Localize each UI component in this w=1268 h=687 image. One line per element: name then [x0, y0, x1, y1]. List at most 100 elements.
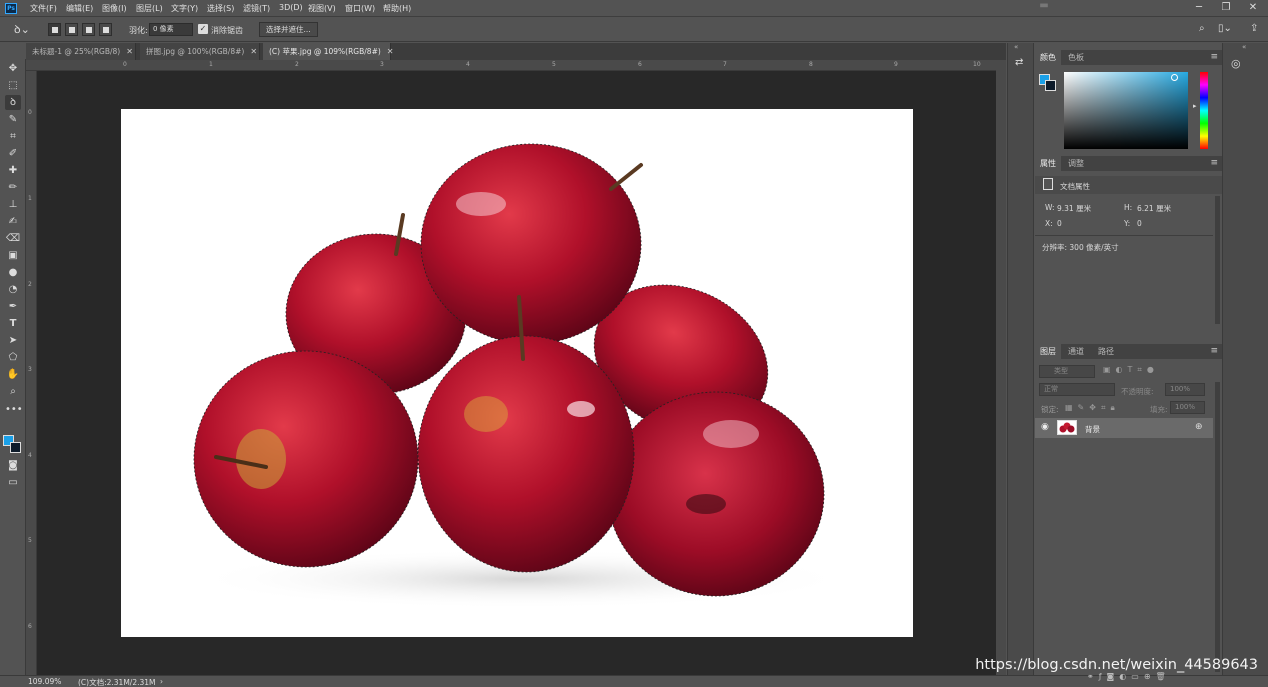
menu-edit[interactable]: 编辑(E) [66, 3, 93, 14]
dodge-icon[interactable]: ◔ [5, 282, 21, 297]
menu-3d[interactable]: 3D(D) [279, 3, 303, 12]
height-value[interactable]: 6.21 厘米 [1137, 203, 1171, 214]
ruler-tick: 4 [28, 452, 32, 459]
menu-help[interactable]: 帮助(H) [383, 3, 411, 14]
background-color-swatch[interactable] [1045, 80, 1056, 91]
eraser-icon[interactable]: ⌫ [5, 231, 21, 246]
color-picker-cursor[interactable] [1171, 74, 1178, 81]
more-tools-icon[interactable]: ••• [5, 402, 23, 417]
menu-type[interactable]: 文字(Y) [171, 3, 198, 14]
blur-icon[interactable]: ● [5, 265, 21, 280]
brush-icon[interactable]: ✏ [5, 180, 21, 195]
document-tab-bar: 未标题-1 @ 25%(RGB/8) ✕ 拼图.jpg @ 100%(RGB/8#… [26, 43, 1006, 60]
search-icon[interactable]: ⌕ [1199, 23, 1205, 34]
tab-untitled[interactable]: 未标题-1 @ 25%(RGB/8) ✕ [26, 43, 136, 60]
menu-image[interactable]: 图像(I) [102, 3, 127, 14]
panel-menu-icon[interactable]: ≡ [1210, 156, 1218, 171]
path-select-icon[interactable]: ➤ [5, 333, 21, 348]
type-icon[interactable]: T [5, 316, 21, 331]
marquee-icon[interactable]: ⬚ [5, 78, 21, 93]
document-canvas[interactable] [121, 109, 913, 637]
tab-puzzle[interactable]: 拼图.jpg @ 100%(RGB/8#) ✕ [140, 43, 260, 60]
layer-name[interactable]: 背景 [1085, 424, 1100, 435]
menu-view[interactable]: 视图(V) [308, 3, 336, 14]
background-color-swatch[interactable] [10, 442, 21, 453]
quick-select-icon[interactable]: ✎ [5, 112, 21, 127]
layer-filter-select[interactable]: 类型 [1039, 365, 1095, 378]
select-and-mask-button[interactable]: 选择并遮住... [259, 22, 318, 37]
close-icon[interactable]: ✕ [126, 47, 133, 56]
lock-icons[interactable]: ▦✎✥⌗🔒︎ [1065, 403, 1120, 413]
menu-filter[interactable]: 滤镜(T) [243, 3, 270, 14]
x-value[interactable]: 0 [1057, 219, 1062, 228]
visibility-eye-icon[interactable]: ◉ [1041, 422, 1049, 432]
tab-properties[interactable]: 属性 [1035, 156, 1061, 171]
crop-icon[interactable]: ⌗ [5, 129, 21, 144]
restore-icon[interactable]: ❐ [1219, 1, 1233, 15]
properties-scrollbar[interactable] [1215, 196, 1220, 324]
intersect-selection-icon[interactable] [99, 23, 112, 36]
tab-apple[interactable]: (C) 苹果.jpg @ 109%(RGB/8#) ✕ [263, 43, 394, 60]
menu-window[interactable]: 窗口(W) [345, 3, 375, 14]
antialias-checkbox[interactable]: ✓ [198, 24, 208, 34]
panel-menu-icon[interactable]: ≡ [1210, 344, 1218, 359]
menu-select[interactable]: 选择(S) [207, 3, 234, 14]
tab-swatches[interactable]: 色板 [1063, 50, 1089, 65]
close-icon[interactable]: ✕ [1246, 1, 1260, 15]
share-icon[interactable]: ⇪ [1250, 23, 1258, 34]
hue-slider[interactable] [1200, 72, 1208, 149]
hue-slider-handle[interactable]: ▸ [1193, 102, 1197, 110]
move-icon[interactable]: ✥ [5, 61, 21, 76]
document-info: (C)文档:2.31M/2.31M [78, 678, 156, 687]
stamp-icon[interactable]: ⊥ [5, 197, 21, 212]
layers-panel-header: 图层 通道 路径 ≡ [1035, 344, 1222, 359]
tab-color[interactable]: 颜色 [1035, 50, 1061, 65]
minimize-icon[interactable]: ─ [1192, 1, 1206, 15]
eyedropper-icon[interactable]: ✐ [5, 146, 21, 161]
close-icon[interactable]: ✕ [387, 47, 394, 56]
vertical-scrollbar[interactable] [996, 60, 1006, 675]
blend-mode-select[interactable]: 正常 [1039, 383, 1115, 396]
tab-adjustments[interactable]: 调整 [1063, 156, 1089, 171]
close-icon[interactable]: ✕ [250, 47, 257, 56]
zoom-icon[interactable]: ⌕ [5, 384, 21, 399]
lock-icon[interactable]: ⊕ [1195, 422, 1203, 432]
add-selection-icon[interactable] [65, 23, 78, 36]
y-value[interactable]: 0 [1137, 219, 1142, 228]
ruler-tick: 1 [28, 195, 32, 202]
new-selection-icon[interactable] [48, 23, 61, 36]
status-menu-icon[interactable]: › [160, 677, 163, 686]
quick-mask-icon[interactable]: ◙ [5, 458, 21, 473]
zoom-level[interactable]: 109.09% [28, 677, 61, 686]
panel-menu-icon[interactable]: ≡ [1210, 50, 1218, 65]
layers-footer-icons[interactable]: ⚭ƒ◙◐▭⊕🗑︎ [1087, 672, 1171, 681]
opacity-input[interactable]: 100% [1165, 383, 1205, 396]
layer-filter-icons[interactable]: ▣◐T⌗● [1103, 365, 1159, 375]
hand-icon[interactable]: ✋ [5, 367, 21, 382]
lasso-icon[interactable]: ꝺ [5, 95, 21, 110]
tab-layers[interactable]: 图层 [1035, 344, 1061, 359]
shape-icon[interactable]: ⬠ [5, 350, 21, 365]
collapse-icon[interactable]: « [1242, 43, 1246, 51]
history-panel-icon[interactable]: ⇄ [1015, 57, 1023, 68]
layer-row-background[interactable]: ◉ 背景 ⊕ [1035, 418, 1213, 438]
tab-paths[interactable]: 路径 [1093, 344, 1119, 359]
color-field[interactable] [1064, 72, 1188, 149]
subtract-selection-icon[interactable] [82, 23, 95, 36]
collapse-icon[interactable]: « [1014, 43, 1018, 51]
menu-layer[interactable]: 图层(L) [136, 3, 163, 14]
healing-icon[interactable]: ✚ [5, 163, 21, 178]
screen-mode-icon[interactable]: ▭ [5, 475, 21, 490]
layers-scrollbar[interactable] [1215, 382, 1220, 672]
width-value[interactable]: 9.31 厘米 [1057, 203, 1091, 214]
feather-input[interactable]: 0 像素 [149, 23, 193, 36]
lasso-preset-icon[interactable]: ꝺ⌄ [14, 23, 38, 37]
fill-input[interactable]: 100% [1170, 401, 1205, 414]
menu-file[interactable]: 文件(F) [30, 3, 57, 14]
libraries-icon[interactable]: ◎ [1231, 57, 1241, 70]
pen-icon[interactable]: ✒ [5, 299, 21, 314]
gradient-icon[interactable]: ▣ [5, 248, 21, 263]
workspace-icon[interactable]: ▯⌄ [1218, 23, 1232, 34]
tab-channels[interactable]: 通道 [1063, 344, 1089, 359]
history-brush-icon[interactable]: ✍ [5, 214, 21, 229]
